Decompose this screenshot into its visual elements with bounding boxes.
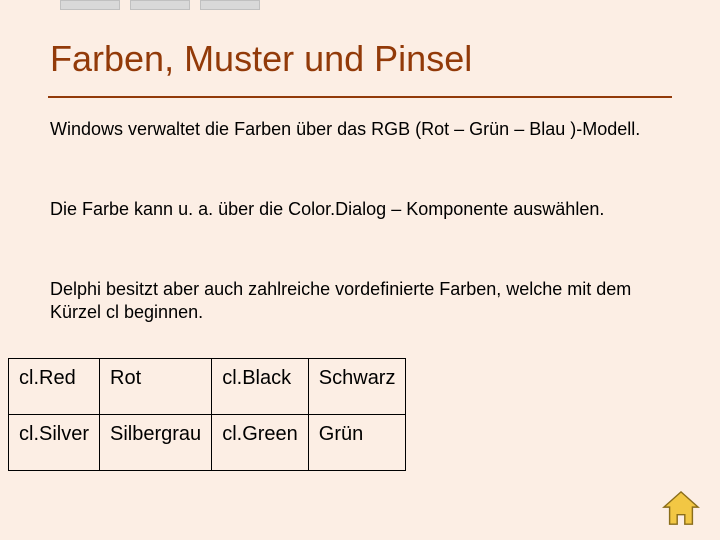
- top-color-tab: [130, 0, 190, 10]
- home-icon[interactable]: [660, 490, 702, 528]
- title-underline: [48, 96, 672, 98]
- paragraph: Die Farbe kann u. a. über die Color.Dial…: [50, 198, 670, 221]
- table-cell: cl.Black: [212, 359, 309, 415]
- top-color-tab: [60, 0, 120, 10]
- top-color-tab: [200, 0, 260, 10]
- table-cell: Rot: [100, 359, 212, 415]
- paragraph: Delphi besitzt aber auch zahlreiche vord…: [50, 278, 670, 324]
- table-cell: Grün: [308, 415, 406, 471]
- table-cell: cl.Green: [212, 415, 309, 471]
- table-row: cl.Silver Silbergrau cl.Green Grün: [9, 415, 406, 471]
- color-table: cl.Red Rot cl.Black Schwarz cl.Silver Si…: [8, 358, 406, 471]
- table-cell: cl.Silver: [9, 415, 100, 471]
- table-cell: cl.Red: [9, 359, 100, 415]
- slide-title: Farben, Muster und Pinsel: [50, 38, 472, 80]
- table-cell: Silbergrau: [100, 415, 212, 471]
- table-cell: Schwarz: [308, 359, 406, 415]
- table-row: cl.Red Rot cl.Black Schwarz: [9, 359, 406, 415]
- paragraph: Windows verwaltet die Farben über das RG…: [50, 118, 670, 141]
